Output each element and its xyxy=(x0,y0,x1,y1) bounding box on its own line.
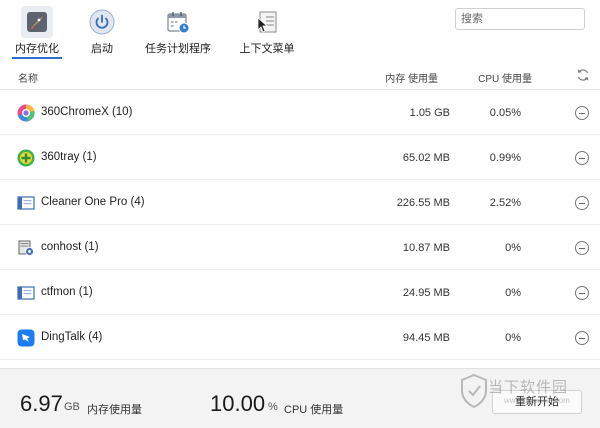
process-cpu: 0.05% xyxy=(489,107,521,119)
tab-label: 内存优化 xyxy=(15,43,59,55)
process-memory: 94.45 MB xyxy=(402,332,450,344)
tab-task-scheduler[interactable]: 任务计划程序 xyxy=(140,0,216,62)
column-header-cpu[interactable]: CPU 使用量 xyxy=(478,70,532,85)
table-row[interactable]: 360tray (1) 65.02 MB 0.99% xyxy=(0,135,600,180)
conhost-icon xyxy=(17,239,35,257)
rocket-icon xyxy=(23,8,51,36)
end-process-button[interactable] xyxy=(575,286,589,300)
cpu-usage-caption: CPU 使用量 xyxy=(284,404,344,416)
tab-label: 启动 xyxy=(91,43,113,55)
active-tab-indicator xyxy=(12,57,62,59)
process-name: conhost (1) xyxy=(41,241,99,253)
tab-icon-bg xyxy=(21,6,53,38)
table-row[interactable]: ctfmon (1) 24.95 MB 0% xyxy=(0,270,600,315)
end-process-button[interactable] xyxy=(575,196,589,210)
column-header-memory[interactable]: 内存 使用量 xyxy=(385,70,438,85)
process-cpu: 0% xyxy=(505,287,521,299)
process-cpu: 2.52% xyxy=(489,197,521,209)
process-list: 360ChromeX (10) 1.05 GB 0.05% 360tray (1… xyxy=(0,90,600,360)
process-memory: 1.05 GB xyxy=(409,107,450,119)
process-memory: 10.87 MB xyxy=(402,242,450,254)
chrome-360-icon xyxy=(17,104,35,122)
search-box xyxy=(455,8,600,30)
calendar-clock-icon xyxy=(164,8,192,36)
refresh-icon[interactable] xyxy=(576,68,590,82)
process-memory: 24.95 MB xyxy=(402,287,450,299)
process-cpu: 0% xyxy=(505,242,521,254)
memory-usage-unit: GB xyxy=(64,401,80,413)
process-name: ctfmon (1) xyxy=(41,286,93,298)
process-cpu: 0% xyxy=(505,332,521,344)
process-memory: 226.55 MB xyxy=(396,197,450,209)
end-process-button[interactable] xyxy=(575,151,589,165)
toolbar: 内存优化 启动 任务计划程序 上下文菜单 搜索 xyxy=(0,0,600,62)
table-row[interactable]: 360ChromeX (10) 1.05 GB 0.05% xyxy=(0,90,600,135)
process-cpu: 0.99% xyxy=(489,152,521,164)
table-row[interactable]: conhost (1) 10.87 MB 0% xyxy=(0,225,600,270)
restart-button[interactable]: 重新开始 xyxy=(492,390,582,414)
memory-usage-value: 6.97 xyxy=(20,391,63,416)
end-process-button[interactable] xyxy=(575,331,589,345)
app-window-icon xyxy=(17,284,35,302)
tab-context-menu[interactable]: 上下文菜单 xyxy=(234,0,300,62)
process-name: Cleaner One Pro (4) xyxy=(41,196,145,208)
360-tray-icon xyxy=(17,149,35,167)
status-bar: 6.97 GB 内存使用量 10.00 % CPU 使用量 重新开始 xyxy=(0,368,600,428)
tab-memory-optimize[interactable]: 内存优化 xyxy=(6,0,68,62)
column-header-name[interactable]: 名称 xyxy=(18,70,38,85)
tab-label: 上下文菜单 xyxy=(239,43,295,55)
end-process-button[interactable] xyxy=(575,106,589,120)
process-memory: 65.02 MB xyxy=(402,152,450,164)
dingtalk-icon xyxy=(17,329,35,347)
table-header: 名称 内存 使用量 CPU 使用量 xyxy=(0,62,600,90)
process-name: 360tray (1) xyxy=(41,151,97,163)
table-row[interactable]: DingTalk (4) 94.45 MB 0% xyxy=(0,315,600,360)
search-input[interactable] xyxy=(456,9,600,29)
end-process-button[interactable] xyxy=(575,241,589,255)
process-name: 360ChromeX (10) xyxy=(41,106,133,118)
tab-startup[interactable]: 启动 xyxy=(78,0,126,62)
cursor-menu-icon xyxy=(253,8,281,36)
cpu-usage-value: 10.00 xyxy=(210,391,266,416)
table-row[interactable]: Cleaner One Pro (4) 226.55 MB 2.52% xyxy=(0,180,600,225)
cpu-usage-unit: % xyxy=(268,401,278,413)
memory-usage-caption: 内存使用量 xyxy=(87,404,142,416)
tab-label: 任务计划程序 xyxy=(145,43,211,55)
power-icon xyxy=(88,8,116,36)
process-name: DingTalk (4) xyxy=(41,331,103,343)
app-window-icon xyxy=(17,194,35,212)
